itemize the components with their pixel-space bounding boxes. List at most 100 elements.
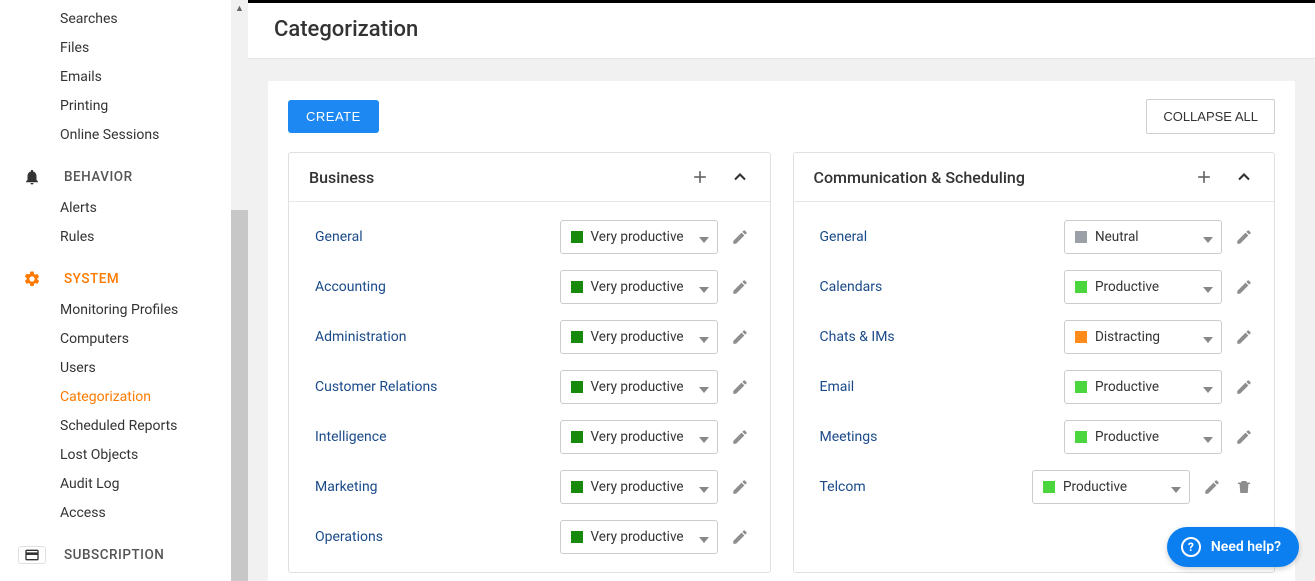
trash-icon[interactable]	[1234, 477, 1254, 497]
category-row: Operations Very productive	[289, 512, 770, 562]
sidebar-section-system[interactable]: SYSTEM	[0, 251, 248, 295]
caret-down-icon	[1203, 228, 1213, 247]
sidebar-item-audit-log[interactable]: Audit Log	[0, 469, 248, 498]
sidebar-item-rules[interactable]: Rules	[0, 222, 248, 251]
content-panel: CREATE COLLAPSE ALL Business General Very …	[268, 81, 1295, 581]
sidebar-item-access[interactable]: Access	[0, 498, 248, 527]
caret-down-icon	[699, 428, 709, 447]
category-label[interactable]: Intelligence	[315, 429, 387, 445]
productivity-select[interactable]: Productive	[1064, 270, 1222, 304]
productivity-select[interactable]: Very productive	[560, 470, 718, 504]
scroll-up-icon[interactable]: ▲	[231, 0, 248, 17]
card-body: General Neutral Calendars Productive Chats &…	[794, 202, 1275, 522]
select-value: Very productive	[591, 479, 691, 495]
caret-down-icon	[699, 528, 709, 547]
chevron-up-icon[interactable]	[1234, 167, 1254, 187]
select-value: Very productive	[591, 329, 691, 345]
bell-icon	[18, 168, 46, 186]
sidebar-item-categorization[interactable]: Categorization	[0, 382, 248, 411]
category-label[interactable]: Email	[820, 379, 855, 395]
category-label[interactable]: Administration	[315, 329, 406, 345]
sidebar-item-searches[interactable]: Searches	[0, 4, 248, 33]
category-label[interactable]: Calendars	[820, 279, 883, 295]
sidebar-section-behavior[interactable]: BEHAVIOR	[0, 149, 248, 193]
need-help-label: Need help?	[1211, 539, 1281, 555]
pencil-icon[interactable]	[1234, 427, 1254, 447]
category-label[interactable]: Chats & IMs	[820, 329, 895, 345]
category-label[interactable]: Telcom	[820, 479, 866, 495]
category-label[interactable]: Marketing	[315, 479, 378, 495]
pencil-icon[interactable]	[730, 277, 750, 297]
productivity-select[interactable]: Productive	[1064, 420, 1222, 454]
category-row: Calendars Productive	[794, 262, 1275, 312]
need-help-button[interactable]: ? Need help?	[1167, 527, 1299, 567]
create-button[interactable]: CREATE	[288, 100, 379, 133]
productivity-select[interactable]: Distracting	[1064, 320, 1222, 354]
productivity-select[interactable]: Very productive	[560, 520, 718, 554]
pencil-icon[interactable]	[730, 527, 750, 547]
sidebar-item-lost-objects[interactable]: Lost Objects	[0, 440, 248, 469]
productivity-select[interactable]: Neutral	[1064, 220, 1222, 254]
productivity-select[interactable]: Very productive	[560, 270, 718, 304]
page-header: Categorization	[248, 3, 1315, 59]
pencil-icon[interactable]	[730, 427, 750, 447]
caret-down-icon	[699, 378, 709, 397]
sidebar-section-label: BEHAVIOR	[64, 169, 133, 185]
sidebar-item-files[interactable]: Files	[0, 33, 248, 62]
sidebar-section-label: SUBSCRIPTION	[64, 547, 164, 563]
category-label[interactable]: Customer Relations	[315, 379, 437, 395]
card-header: Business	[289, 153, 770, 202]
category-label[interactable]: Accounting	[315, 279, 386, 295]
caret-down-icon	[699, 478, 709, 497]
pencil-icon[interactable]	[1234, 227, 1254, 247]
select-value: Distracting	[1095, 329, 1195, 345]
caret-down-icon	[1203, 378, 1213, 397]
sidebar-item-printing[interactable]: Printing	[0, 91, 248, 120]
color-swatch	[571, 531, 583, 543]
card-title: Business	[309, 168, 374, 187]
pencil-icon[interactable]	[1234, 377, 1254, 397]
sidebar-scrollbar[interactable]: ▲	[231, 0, 248, 581]
pencil-icon[interactable]	[1202, 477, 1222, 497]
sidebar-section-subscription[interactable]: SUBSCRIPTION	[0, 527, 248, 571]
pencil-icon[interactable]	[730, 477, 750, 497]
pencil-icon[interactable]	[730, 227, 750, 247]
plus-icon[interactable]	[1194, 167, 1214, 187]
pencil-icon[interactable]	[1234, 277, 1254, 297]
productivity-select[interactable]: Very productive	[560, 320, 718, 354]
sidebar-item-alerts[interactable]: Alerts	[0, 193, 248, 222]
category-label[interactable]: General	[315, 229, 363, 245]
pencil-icon[interactable]	[730, 377, 750, 397]
category-card: Communication & SchedulingGeneralNeutral…	[793, 152, 1276, 573]
productivity-select[interactable]: Very productive	[560, 220, 718, 254]
category-label[interactable]: Operations	[315, 529, 383, 545]
sidebar-top-list: Searches Files Emails Printing Online Se…	[0, 4, 248, 149]
scroll-thumb[interactable]	[231, 210, 248, 581]
caret-down-icon	[699, 228, 709, 247]
sidebar-item-users[interactable]: Users	[0, 353, 248, 382]
caret-down-icon	[699, 278, 709, 297]
collapse-all-button[interactable]: COLLAPSE ALL	[1146, 99, 1275, 134]
color-swatch	[571, 481, 583, 493]
plus-icon[interactable]	[690, 167, 710, 187]
select-value: Productive	[1095, 429, 1195, 445]
pencil-icon[interactable]	[1234, 327, 1254, 347]
pencil-icon[interactable]	[730, 327, 750, 347]
productivity-select[interactable]: Very productive	[560, 420, 718, 454]
productivity-select[interactable]: Productive	[1032, 470, 1190, 504]
category-row: Customer Relations Very productive	[289, 362, 770, 412]
category-row: Intelligence Very productive	[289, 412, 770, 462]
sidebar-item-monitoring-profiles[interactable]: Monitoring Profiles	[0, 295, 248, 324]
sidebar-item-emails[interactable]: Emails	[0, 62, 248, 91]
sidebar-item-computers[interactable]: Computers	[0, 324, 248, 353]
productivity-select[interactable]: Productive	[1064, 370, 1222, 404]
select-value: Very productive	[591, 229, 691, 245]
chevron-up-icon[interactable]	[730, 167, 750, 187]
productivity-select[interactable]: Very productive	[560, 370, 718, 404]
sidebar-item-scheduled-reports[interactable]: Scheduled Reports	[0, 411, 248, 440]
caret-down-icon	[1203, 328, 1213, 347]
color-swatch	[1075, 381, 1087, 393]
category-label[interactable]: Meetings	[820, 429, 878, 445]
sidebar-item-online-sessions[interactable]: Online Sessions	[0, 120, 248, 149]
category-label[interactable]: General	[820, 229, 868, 245]
